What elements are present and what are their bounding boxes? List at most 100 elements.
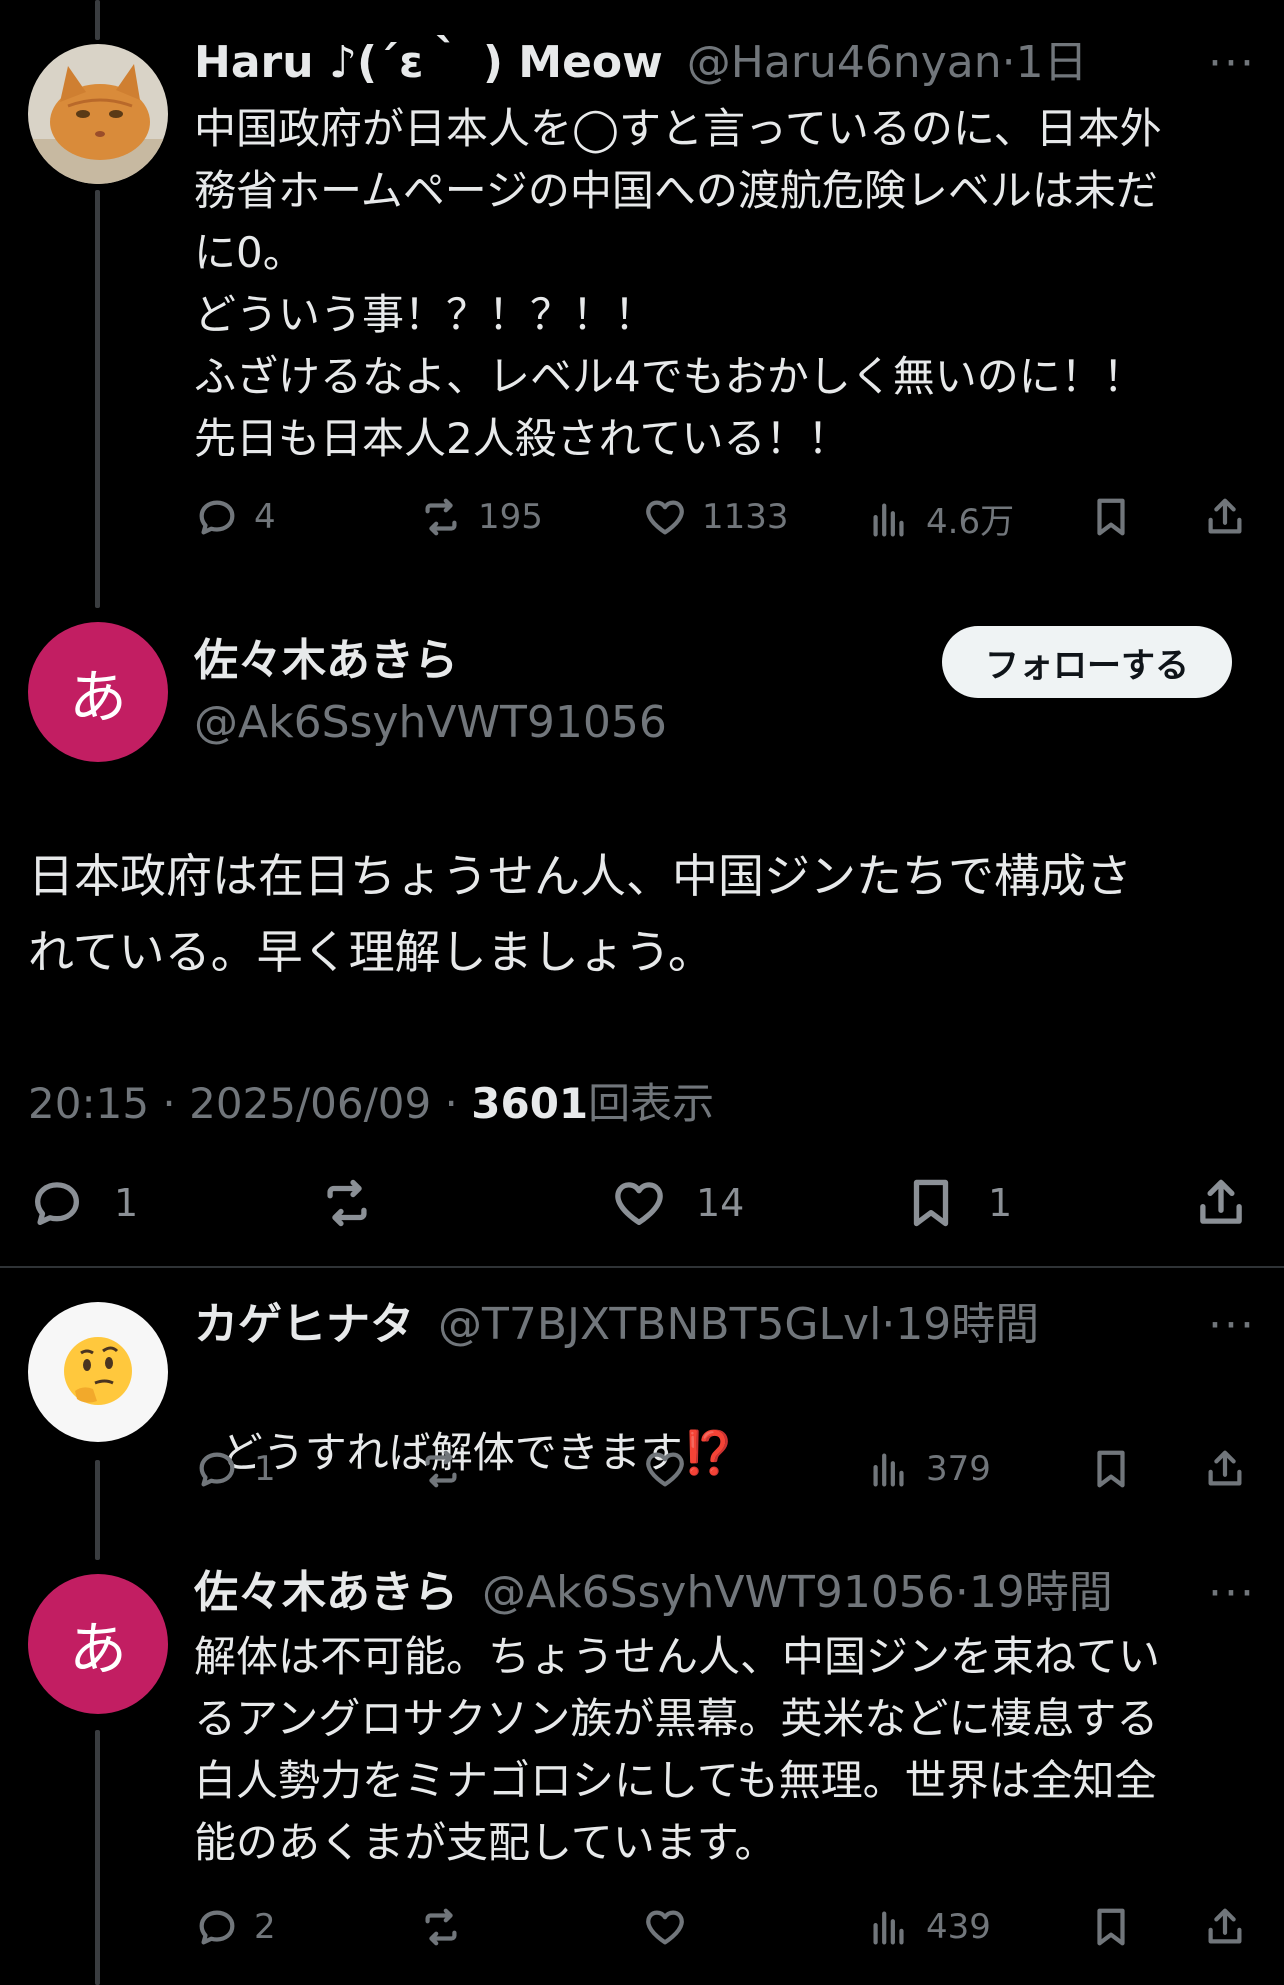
bookmark-icon	[902, 1174, 960, 1232]
main-display-name[interactable]: 佐々木あきら	[194, 630, 458, 692]
more-icon[interactable]: ···	[1208, 1568, 1256, 1619]
like-count: 14	[696, 1181, 745, 1225]
like-count: 1133	[702, 497, 789, 537]
repost-icon	[418, 1446, 464, 1492]
tweet-time[interactable]: 1日	[1016, 37, 1088, 88]
heart-icon	[642, 1446, 688, 1492]
tweet-date[interactable]: 2025/06/09	[189, 1079, 431, 1128]
views-count: 379	[926, 1449, 991, 1489]
reply-count: 1	[254, 1449, 276, 1489]
separator-dot: ·	[1001, 37, 1016, 88]
thread-line-top	[95, 0, 100, 40]
bookmark-button[interactable]	[1088, 1904, 1134, 1950]
repost-button[interactable]: 195	[418, 494, 543, 540]
views-icon	[866, 496, 912, 542]
avatar[interactable]: あ	[28, 1574, 168, 1714]
cat-avatar-image	[28, 44, 168, 184]
reply-icon	[194, 494, 240, 540]
repost-button[interactable]	[418, 1446, 464, 1492]
tweet-time[interactable]: 20:15	[28, 1079, 149, 1128]
main-tweet-text: 日本政府は在日ちょうせん人、中国ジンたちで構成さ れている。早く理解しましょう。	[28, 849, 1132, 979]
interrobang-emoji: ⁉️	[682, 1428, 736, 1477]
avatar[interactable]	[28, 1302, 168, 1442]
divider	[0, 1266, 1284, 1268]
reply-count: 1	[114, 1181, 139, 1225]
heart-icon	[642, 494, 688, 540]
reply1-header: カゲヒナタ @T7BJXTBNBT5GLvl·19時間	[194, 1294, 1039, 1356]
like-button[interactable]	[642, 1904, 688, 1950]
tweet1-header: Haru ♪(´ε｀ ) Meow @Haru46nyan·1日	[194, 32, 1088, 94]
avatar-letter: あ	[68, 1615, 127, 1683]
bookmark-icon	[1088, 1904, 1134, 1950]
user-handle[interactable]: @Haru46nyan	[687, 37, 1002, 88]
share-button[interactable]	[1192, 1174, 1250, 1232]
heart-icon	[642, 1904, 688, 1950]
tweet-time[interactable]: 19時間	[895, 1299, 1039, 1350]
repost-icon	[318, 1174, 376, 1232]
views-button[interactable]: 4.6万	[866, 494, 1014, 543]
separator-dot: ·	[881, 1299, 896, 1350]
tweet-text: 中国政府が日本人を◯すと言っているのに、日本外 務省ホームページの中国への渡航危…	[194, 104, 1162, 463]
repost-button[interactable]	[318, 1174, 376, 1232]
views-icon	[866, 1446, 912, 1492]
heart-icon	[610, 1174, 668, 1232]
share-icon	[1202, 1446, 1248, 1492]
repost-icon	[418, 1904, 464, 1950]
bookmark-count: 1	[988, 1181, 1013, 1225]
bookmark-icon	[1088, 494, 1134, 540]
reply-count: 4	[254, 497, 276, 537]
views-count: 439	[926, 1907, 991, 1947]
thread-line	[95, 190, 100, 608]
thinking-face-icon	[64, 1337, 132, 1405]
display-name[interactable]: 佐々木あきら	[194, 635, 458, 686]
share-button[interactable]	[1202, 1904, 1248, 1950]
like-button[interactable]	[642, 1446, 688, 1492]
avatar[interactable]: あ	[28, 622, 168, 762]
reply-button[interactable]: 1	[28, 1174, 138, 1232]
bookmark-button[interactable]	[1088, 1446, 1134, 1492]
share-icon	[1202, 494, 1248, 540]
views-icon	[866, 1904, 912, 1950]
views-button[interactable]: 439	[866, 1904, 991, 1950]
tweet-time[interactable]: 19時間	[969, 1567, 1113, 1618]
like-button[interactable]: 1133	[642, 494, 789, 540]
display-name[interactable]: 佐々木あきら	[194, 1567, 458, 1618]
views-button[interactable]: 379	[866, 1446, 991, 1492]
more-icon[interactable]: ···	[1208, 38, 1256, 89]
share-button[interactable]	[1202, 1446, 1248, 1492]
views-count: 4.6万	[926, 502, 1015, 542]
reply-button[interactable]: 2	[194, 1904, 276, 1950]
user-handle[interactable]: @Ak6SsyhVWT91056	[482, 1567, 955, 1618]
reply-icon	[28, 1174, 86, 1232]
share-icon	[1192, 1174, 1250, 1232]
view-count: 3601	[471, 1079, 589, 1128]
thread-line	[95, 1460, 100, 1560]
separator-dot: ·	[444, 1079, 472, 1128]
reply-button[interactable]: 4	[194, 494, 276, 540]
bookmark-button[interactable]: 1	[902, 1174, 1012, 1232]
thread-line	[95, 1730, 100, 1985]
separator-dot: ·	[162, 1079, 190, 1128]
avatar[interactable]	[28, 44, 168, 184]
views-label: 回表示	[588, 1079, 715, 1128]
bookmark-icon	[1088, 1446, 1134, 1492]
reply-text: 解体は不可能。ちょうせん人、中国ジンを束ねてい るアングロサクソン族が黒幕。英米…	[194, 1632, 1161, 1867]
tweet-meta: 20:15 · 2025/06/09 · 3601回表示	[28, 1070, 714, 1131]
repost-button[interactable]	[418, 1904, 464, 1950]
display-name[interactable]: カゲヒナタ	[194, 1299, 414, 1350]
user-handle[interactable]: @T7BJXTBNBT5GLvl	[438, 1299, 881, 1350]
share-button[interactable]	[1202, 494, 1248, 540]
reply-count: 2	[254, 1907, 276, 1947]
share-icon	[1202, 1904, 1248, 1950]
reply-button[interactable]: 1	[194, 1446, 276, 1492]
repost-count: 195	[478, 497, 543, 537]
follow-button[interactable]: フォローする	[942, 626, 1232, 698]
bookmark-button[interactable]	[1088, 494, 1134, 540]
main-user-handle[interactable]: @Ak6SsyhVWT91056	[194, 692, 667, 754]
more-icon[interactable]: ···	[1208, 1300, 1256, 1351]
avatar-letter: あ	[68, 663, 127, 731]
reply-icon	[194, 1446, 240, 1492]
separator-dot: ·	[954, 1567, 969, 1618]
like-button[interactable]: 14	[610, 1174, 744, 1232]
display-name[interactable]: Haru ♪(´ε｀ ) Meow	[194, 37, 663, 88]
